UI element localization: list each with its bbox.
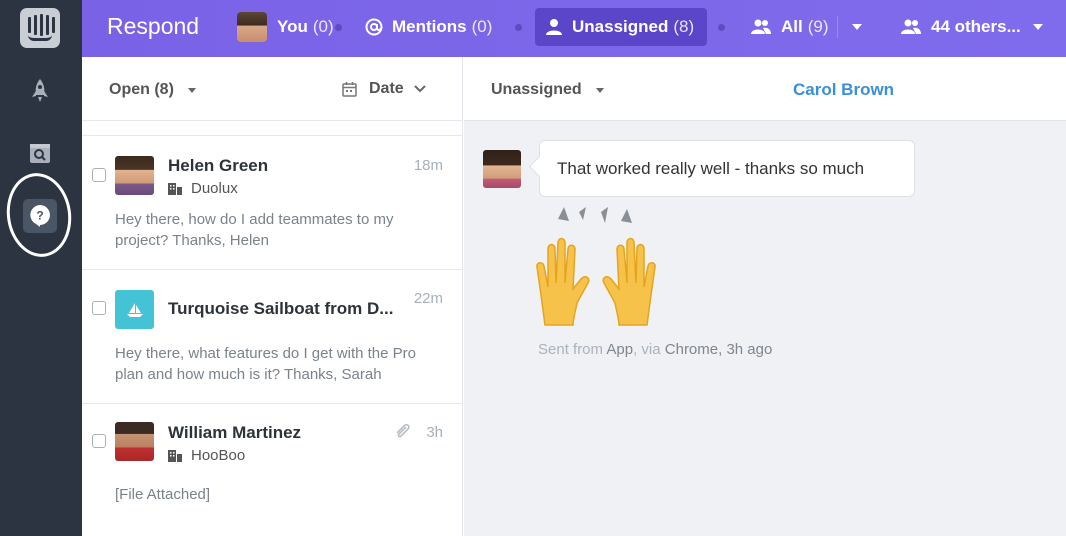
tab-all[interactable]: All (9) <box>740 8 839 46</box>
divider <box>837 16 838 38</box>
person-icon <box>546 19 562 35</box>
highlight-circle <box>1 168 77 262</box>
conversation-name: Helen Green <box>168 156 269 175</box>
chevron-down-icon <box>413 85 426 93</box>
at-icon <box>365 18 383 36</box>
tab-unassigned[interactable]: Unassigned (8) <box>535 8 707 46</box>
raised-hands-emoji-icon <box>536 207 656 326</box>
caret-down-icon <box>595 87 604 93</box>
tab-you[interactable]: You (0) <box>227 8 344 46</box>
sailboat-avatar-icon <box>115 290 154 329</box>
others-caret-icon <box>1032 24 1043 30</box>
intercom-logo-icon[interactable] <box>20 8 60 48</box>
conversation-list: Open (8) Date Helen Green Duolux 18m Hey… <box>82 57 463 536</box>
customer-avatar <box>483 150 521 188</box>
all-dropdown-caret-icon[interactable] <box>852 24 862 30</box>
left-rail: ? <box>0 0 82 536</box>
conversation-checkbox[interactable] <box>92 168 106 182</box>
rocket-icon[interactable] <box>23 74 57 108</box>
conversation-time: 18m <box>413 157 443 174</box>
conversation-name: William Martinez <box>168 423 302 442</box>
conversation-item[interactable]: Helen Green Duolux 18m Hey there, how do… <box>82 136 463 270</box>
inbox-search-icon[interactable] <box>23 136 57 170</box>
message-meta: Sent from App, via Chrome, 3h ago <box>538 341 773 358</box>
tab-others[interactable]: 44 others... <box>890 8 1053 46</box>
conversation-time: 3h <box>394 423 443 441</box>
conversation-pane: Unassigned Carol Brown That worked reall… <box>464 57 1066 536</box>
caret-down-icon <box>187 87 196 93</box>
tab-mentions[interactable]: Mentions (0) <box>355 8 502 46</box>
conversation-item[interactable]: William Martinez HooBoo 3h [File Attache… <box>82 404 463 536</box>
people-icon <box>751 19 771 34</box>
conversation-preview: [File Attached] <box>115 486 211 503</box>
assignee-dropdown[interactable]: Unassigned <box>491 81 604 99</box>
message-text: That worked really well - thanks so much <box>557 159 865 178</box>
conversation-item[interactable]: Turquoise Sailboat from D... 22m Hey the… <box>82 270 463 404</box>
list-spacer <box>82 121 462 136</box>
you-avatar <box>237 12 267 42</box>
conversation-preview: Hey there, how do I add teammates to my … <box>115 211 394 249</box>
customer-name-link[interactable]: Carol Brown <box>793 80 894 100</box>
conversation-time: 22m <box>413 290 443 307</box>
status-filter-dropdown[interactable]: Open (8) <box>109 81 196 99</box>
conversation-name: Turquoise Sailboat from D... <box>168 299 394 318</box>
paperclip-icon <box>396 423 410 438</box>
avatar <box>115 422 154 461</box>
conversation-checkbox[interactable] <box>92 301 106 315</box>
building-icon <box>168 450 182 462</box>
calendar-icon <box>342 82 357 97</box>
building-icon <box>168 183 182 195</box>
separator-dot <box>335 24 342 31</box>
app-title: Respond <box>107 13 200 39</box>
avatar <box>115 156 154 195</box>
company: HooBoo <box>168 447 245 464</box>
list-header: Open (8) Date <box>82 57 462 121</box>
conversation-preview: Hey there, what features do I get with t… <box>115 345 416 383</box>
separator-dot <box>718 24 725 31</box>
conversation-checkbox[interactable] <box>92 434 106 448</box>
people-icon <box>901 19 921 34</box>
message-bubble: That worked really well - thanks so much <box>539 140 915 197</box>
top-bar: Respond You (0) Mentions (0) Unassigned (8)… <box>82 0 1066 57</box>
sort-dropdown[interactable]: Date <box>342 80 426 98</box>
conversation-header: Unassigned Carol Brown <box>464 57 1066 121</box>
company: Duolux <box>168 180 238 197</box>
separator-dot <box>515 24 522 31</box>
